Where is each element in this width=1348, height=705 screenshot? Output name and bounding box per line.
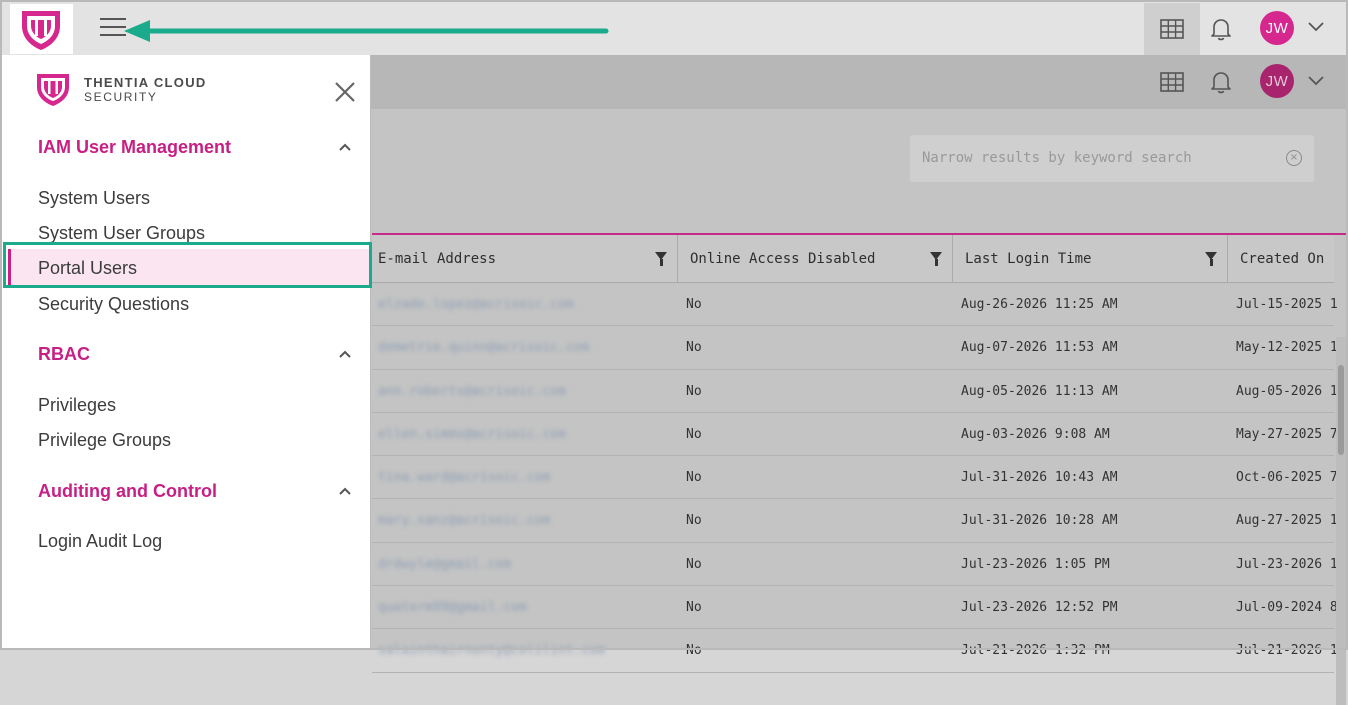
bell-icon[interactable] [1208, 69, 1234, 95]
logo[interactable] [10, 4, 73, 54]
table-row[interactable]: ellen.simms@acrisoic.com No Aug-03-2026 9:… [372, 413, 1338, 457]
cell-created-on: Aug-05-2026 1 [1236, 383, 1338, 399]
sidebar-item-privilege-groups[interactable]: Privilege Groups [38, 430, 171, 451]
filter-icon[interactable] [655, 252, 667, 266]
cell-email: tina.ward@acrisoic.com [378, 470, 551, 486]
grid-icon [1160, 19, 1184, 39]
hamburger-menu-icon[interactable] [100, 18, 126, 40]
cell-last-login: Aug-03-2026 9:08 AM [961, 426, 1110, 442]
table-header: E-mail Address Online Access Disabled La… [372, 235, 1334, 283]
cell-online-access-disabled: No [686, 513, 702, 529]
brand-subtitle: SECURITY [84, 89, 158, 104]
cell-last-login: Aug-05-2026 11:13 AM [961, 383, 1118, 399]
sidebar-item-login-audit-log[interactable]: Login Audit Log [38, 531, 162, 552]
scroll-thumb[interactable] [1338, 365, 1344, 455]
table-row[interactable]: salainthairnunty@colilint.com No Jul-21-20… [372, 629, 1338, 673]
cell-email: ann.roberts@acrisoic.com [378, 383, 566, 399]
users-table: E-mail Address Online Access Disabled La… [372, 235, 1338, 673]
cell-created-on: May-12-2025 1 [1236, 340, 1338, 356]
cell-last-login: Jul-31-2026 10:28 AM [961, 513, 1118, 529]
sidebar-item-privileges[interactable]: Privileges [38, 395, 116, 416]
cell-last-login: Jul-23-2026 1:05 PM [961, 556, 1110, 572]
table-row[interactable]: ann.roberts@acrisoic.com No Aug-05-2026 11… [372, 370, 1338, 413]
shield-logo-icon [37, 74, 69, 106]
section-auditing-and-control[interactable]: Auditing and Control [38, 481, 217, 502]
cell-online-access-disabled: No [686, 600, 702, 616]
column-header-email[interactable]: E-mail Address [372, 235, 678, 283]
cell-online-access-disabled: No [686, 470, 702, 486]
table-row[interactable]: mary.sanz@acrisoic.com No Jul-31-2026 10:2… [372, 499, 1338, 543]
cell-email: quaterm99@gmail.com [378, 600, 527, 616]
table-row[interactable]: drdwyle@gmail.com No Jul-23-2026 1:05 PM Ju… [372, 543, 1338, 587]
table-row[interactable]: demetrie.quinn@acrisoic.com No Aug-07-2026… [372, 326, 1338, 370]
table-row[interactable]: quaterm99@gmail.com No Jul-23-2026 12:52 P… [372, 586, 1338, 630]
search-input[interactable] [922, 150, 1262, 166]
avatar[interactable]: JW [1260, 64, 1294, 98]
table-row[interactable]: tina.ward@acrisoic.com No Jul-31-2026 10:4… [372, 456, 1338, 500]
chevron-up-icon[interactable] [338, 486, 352, 496]
cell-email: ellen.simms@acrisoic.com [378, 426, 566, 442]
chevron-down-icon[interactable] [1308, 22, 1324, 32]
sidebar-item-system-users[interactable]: System Users [38, 188, 150, 209]
table-body: elzade.lopez@acrisoic.com No Aug-26-2026 1… [372, 283, 1338, 673]
chevron-up-icon[interactable] [338, 142, 352, 152]
cell-created-on: Aug-27-2025 1 [1236, 513, 1338, 529]
cell-last-login: Jul-21-2026 1:32 PM [961, 643, 1110, 659]
clear-search-icon[interactable]: × [1286, 150, 1302, 166]
grid-button[interactable] [1144, 3, 1200, 55]
bell-icon[interactable] [1208, 16, 1234, 42]
cell-online-access-disabled: No [686, 340, 702, 356]
cell-created-on: Oct-06-2025 7 [1236, 470, 1338, 486]
sidebar-item-security-questions[interactable]: Security Questions [38, 294, 189, 315]
sidebar-item-system-user-groups[interactable]: System User Groups [38, 223, 205, 244]
cell-online-access-disabled: No [686, 426, 702, 442]
filter-icon[interactable] [930, 252, 942, 266]
filter-icon[interactable] [1205, 252, 1217, 266]
brand: THENTIA CLOUD SECURITY [36, 72, 207, 106]
section-rbac[interactable]: RBAC [38, 344, 90, 365]
cell-created-on: Jul-09-2024 8 [1236, 600, 1338, 616]
cell-online-access-disabled: No [686, 383, 702, 399]
cell-last-login: Aug-26-2026 11:25 AM [961, 297, 1118, 312]
chevron-down-icon[interactable] [1308, 76, 1324, 86]
cell-online-access-disabled: No [686, 643, 702, 659]
top-bar: JW [0, 0, 1348, 55]
cell-last-login: Jul-23-2026 12:52 PM [961, 600, 1118, 616]
cell-last-login: Aug-07-2026 11:53 AM [961, 340, 1118, 356]
close-icon[interactable] [334, 81, 356, 103]
cell-email: demetrie.quinn@acrisoic.com [378, 340, 590, 356]
section-iam-user-management[interactable]: IAM User Management [38, 137, 231, 158]
table-row[interactable]: elzade.lopez@acrisoic.com No Aug-26-2026 1… [372, 283, 1338, 327]
cell-email: drdwyle@gmail.com [378, 556, 512, 572]
avatar[interactable]: JW [1260, 11, 1294, 45]
cell-email: mary.sanz@acrisoic.com [378, 513, 551, 529]
search-box: × [910, 135, 1314, 182]
cell-created-on: May-27-2025 7 [1236, 426, 1338, 442]
cell-online-access-disabled: No [686, 297, 702, 312]
column-header-online-access[interactable]: Online Access Disabled [678, 235, 953, 283]
cell-last-login: Jul-31-2026 10:43 AM [961, 470, 1118, 486]
chevron-up-icon[interactable] [338, 349, 352, 359]
sidebar-drawer: THENTIA CLOUD SECURITY IAM User Manageme… [0, 55, 371, 650]
column-header-created-on[interactable]: Created On [1228, 235, 1334, 283]
cell-email: salainthairnunty@colilint.com [378, 643, 605, 659]
annotation-arrow-icon [124, 20, 609, 42]
grid-icon[interactable] [1160, 72, 1184, 92]
cell-created-on: Jul-15-2025 1 [1236, 297, 1338, 312]
cell-online-access-disabled: No [686, 556, 702, 572]
brand-name: THENTIA CLOUD [84, 74, 207, 90]
shield-logo-icon [22, 11, 60, 50]
annotation-highlight-box [3, 242, 372, 288]
cell-created-on: Jul-23-2026 1 [1236, 556, 1338, 572]
cell-created-on: Jul-21-2026 1 [1236, 643, 1338, 659]
cell-email: elzade.lopez@acrisoic.com [378, 297, 574, 312]
column-header-last-login[interactable]: Last Login Time [953, 235, 1228, 283]
